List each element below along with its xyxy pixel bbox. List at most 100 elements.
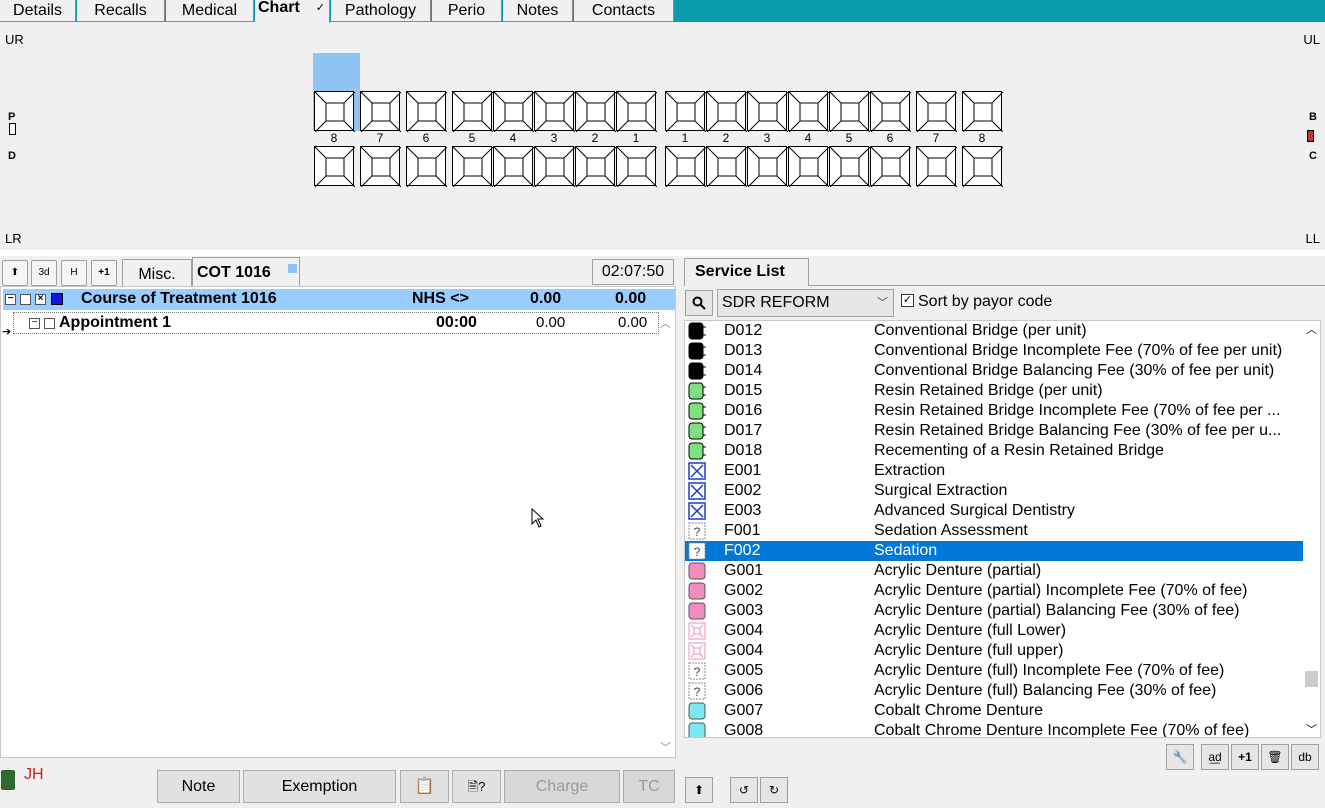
service-row[interactable]: E003 Advanced Surgical Dentistry xyxy=(685,501,1304,521)
tooth-upper-left[interactable] xyxy=(788,91,829,132)
tab-perio[interactable]: Perio xyxy=(432,0,502,22)
service-row[interactable]: D013 Conventional Bridge Incomplete Fee (… xyxy=(685,341,1304,361)
service-row[interactable]: E002 Surgical Extraction xyxy=(685,481,1304,501)
tooth-lower-left[interactable] xyxy=(870,146,911,187)
scroll-down-arrow-icon[interactable]: ﹀ xyxy=(660,739,671,755)
service-row[interactable]: D012 Conventional Bridge (per unit) xyxy=(685,321,1304,341)
h-button[interactable]: H xyxy=(61,260,87,286)
tooth-upper-right[interactable] xyxy=(493,91,534,132)
tab-details[interactable]: Details xyxy=(0,0,76,22)
tooth-lower-left[interactable] xyxy=(706,146,747,187)
tooth-upper-left[interactable] xyxy=(706,91,747,132)
tooth-lower-right[interactable] xyxy=(360,146,401,187)
tab-recalls[interactable]: Recalls xyxy=(77,0,165,22)
tooth-lower-right[interactable] xyxy=(406,146,447,187)
tooth-upper-left[interactable] xyxy=(829,91,870,132)
service-row[interactable]: D016 Resin Retained Bridge Incomplete Fee… xyxy=(685,401,1304,421)
service-row[interactable]: D017 Resin Retained Bridge Balancing Fee … xyxy=(685,421,1304,441)
service-row[interactable]: G001 Acrylic Denture (partial) xyxy=(685,561,1304,581)
collapse-icon[interactable]: − xyxy=(29,318,40,329)
service-list-scrollbar[interactable]: ︿ ﹀ xyxy=(1303,321,1320,737)
plus-one-service-button[interactable]: +1 xyxy=(1231,744,1259,770)
checkmark-icon: ✓ xyxy=(315,2,325,14)
service-row[interactable]: ? F001 Sedation Assessment xyxy=(685,521,1304,541)
payor-select[interactable]: SDR REFORM ﹀ xyxy=(717,289,894,317)
view-3d-button[interactable]: 3d xyxy=(31,260,57,286)
sort-by-payor-checkbox[interactable]: ✓ xyxy=(901,294,914,307)
tooth-upper-right[interactable] xyxy=(406,91,447,132)
service-row-selected[interactable]: ? F002 Sedation xyxy=(685,541,1304,561)
service-row[interactable]: D018 Recementing of a Resin Retained Brid… xyxy=(685,441,1304,461)
add-service-button[interactable]: a͟d xyxy=(1201,744,1229,770)
tooth-upper-left[interactable] xyxy=(962,91,1003,132)
tc-button[interactable]: TC xyxy=(623,770,675,803)
service-row[interactable]: G002 Acrylic Denture (partial) Incomplete… xyxy=(685,581,1304,601)
tooth-upper-right[interactable] xyxy=(534,91,575,132)
service-row[interactable]: G007 Cobalt Chrome Denture xyxy=(685,701,1304,721)
tooth-upper-left[interactable] xyxy=(916,91,957,132)
service-row[interactable]: D014 Conventional Bridge Balancing Fee (3… xyxy=(685,361,1304,381)
tab-pathology[interactable]: Pathology xyxy=(331,0,431,22)
service-row[interactable]: G008 Cobalt Chrome Denture Incomplete Fee… xyxy=(685,721,1304,737)
scroll-down-arrow-icon[interactable]: ﹀ xyxy=(1306,721,1317,737)
tab-cot[interactable]: COT 1016 xyxy=(192,257,300,287)
tooth-lower-right[interactable] xyxy=(616,146,657,187)
note-button[interactable]: Note xyxy=(157,770,240,803)
charge-button[interactable]: Charge xyxy=(504,770,620,803)
tooth-upper-right[interactable] xyxy=(452,91,493,132)
service-row[interactable]: ? G006 Acrylic Denture (full) Balancing Fe… xyxy=(685,681,1304,701)
tooth-upper-right[interactable] xyxy=(314,91,355,132)
tooth-lower-left[interactable] xyxy=(665,146,706,187)
search-button[interactable] xyxy=(685,290,713,316)
cross-box-icon[interactable]: × xyxy=(35,294,46,305)
plus-one-button[interactable]: +1 xyxy=(91,260,117,286)
redo-button[interactable]: ↻ xyxy=(760,777,788,803)
collapse-icon[interactable]: − xyxy=(5,294,16,305)
up-button[interactable]: ⬆ xyxy=(685,777,713,803)
tooth-upper-right[interactable] xyxy=(616,91,657,132)
checkbox-icon[interactable] xyxy=(44,318,55,329)
undo-button[interactable]: ↺ xyxy=(730,777,758,803)
tooth-lower-right[interactable] xyxy=(452,146,493,187)
scroll-up-arrow-icon[interactable]: ︿ xyxy=(660,315,671,331)
service-row[interactable]: G003 Acrylic Denture (partial) Balancing … xyxy=(685,601,1304,621)
tab-misc[interactable]: Misc. xyxy=(122,259,192,286)
tooth-lower-left[interactable] xyxy=(962,146,1003,187)
service-row[interactable]: D015 Resin Retained Bridge (per unit) xyxy=(685,381,1304,401)
appointment-row[interactable]: − Appointment 1 00:00 0.00 0.00 xyxy=(3,312,659,334)
checkbox-icon[interactable] xyxy=(20,294,31,305)
tooth-lower-left[interactable] xyxy=(829,146,870,187)
service-row[interactable]: G004 Acrylic Denture (full upper) xyxy=(685,641,1304,661)
tooth-lower-right[interactable] xyxy=(314,146,355,187)
tooth-upper-right[interactable] xyxy=(360,91,401,132)
service-row[interactable]: E001 Extraction xyxy=(685,461,1304,481)
tab-medical[interactable]: Medical xyxy=(166,0,254,22)
tooth-lower-left[interactable] xyxy=(747,146,788,187)
delete-service-button[interactable]: 🗑 xyxy=(1261,744,1289,770)
tab-chart[interactable]: Chart ✓ xyxy=(255,0,330,23)
tooth-upper-right[interactable] xyxy=(575,91,616,132)
tooth-lower-right[interactable] xyxy=(534,146,575,187)
exemption-button[interactable]: Exemption xyxy=(243,770,396,803)
tab-notes[interactable]: Notes xyxy=(503,0,573,22)
trash-bin-icon[interactable] xyxy=(1,770,15,790)
settings-button[interactable]: 🔧 xyxy=(1166,744,1194,770)
tooth-lower-left[interactable] xyxy=(788,146,829,187)
tooth-upper-left[interactable] xyxy=(870,91,911,132)
service-row[interactable]: ? G005 Acrylic Denture (full) Incomplete F… xyxy=(685,661,1304,681)
tooth-lower-right[interactable] xyxy=(575,146,616,187)
up-arrow-button[interactable]: ⬆ xyxy=(2,260,28,286)
clipboard-button[interactable]: 📋 xyxy=(400,770,449,803)
tooth-upper-left[interactable] xyxy=(665,91,706,132)
course-row[interactable]: − × Course of Treatment 1016 NHS <> 0.00… xyxy=(3,289,675,310)
scroll-up-arrow-icon[interactable]: ︿ xyxy=(1306,321,1317,337)
scrollbar-thumb[interactable] xyxy=(1305,671,1318,687)
tab-service-list[interactable]: Service List xyxy=(684,258,809,286)
tab-contacts[interactable]: Contacts xyxy=(574,0,674,22)
query-button[interactable]: 🗎? xyxy=(452,770,501,803)
tooth-lower-left[interactable] xyxy=(916,146,957,187)
tooth-lower-right[interactable] xyxy=(493,146,534,187)
tooth-upper-left[interactable] xyxy=(747,91,788,132)
service-row[interactable]: G004 Acrylic Denture (full Lower) xyxy=(685,621,1304,641)
db-button[interactable]: db xyxy=(1291,744,1319,770)
